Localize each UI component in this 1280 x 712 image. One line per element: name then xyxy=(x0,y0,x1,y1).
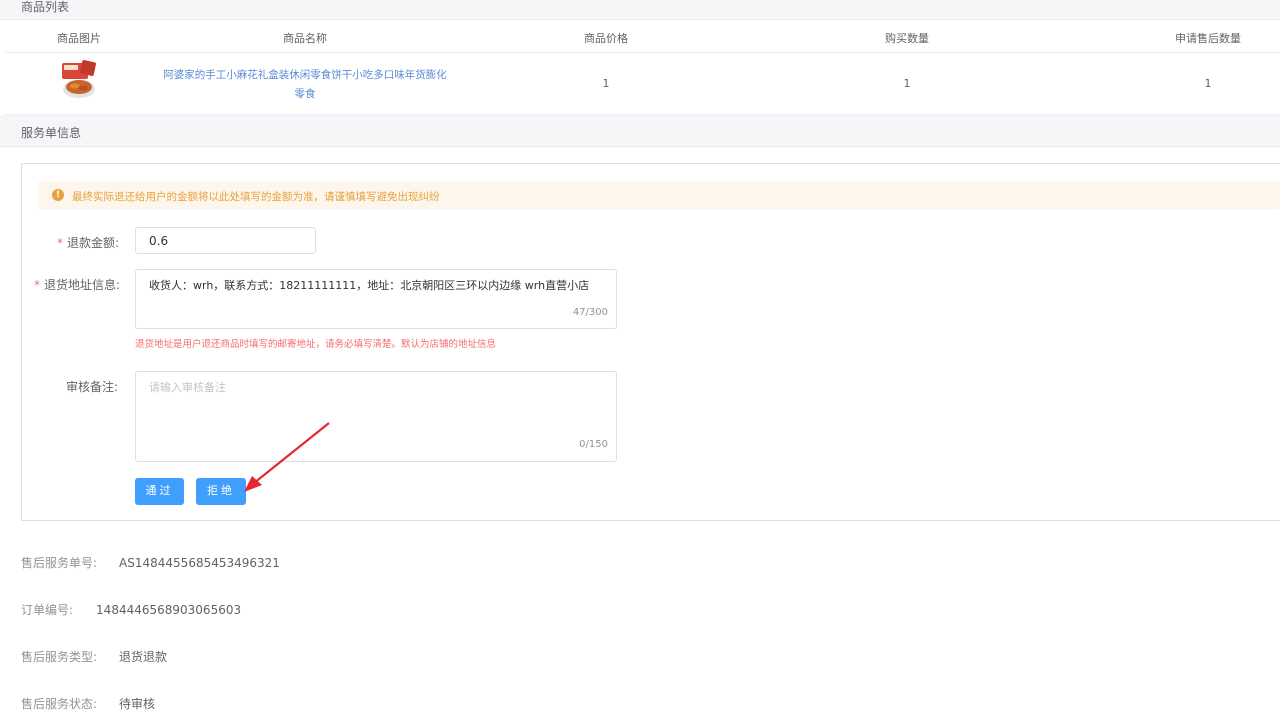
col-header-name: 商品名称 xyxy=(283,32,327,45)
refund-amount-label: * 退款金额: xyxy=(57,236,120,250)
annotation-arrow-icon xyxy=(244,422,330,492)
warning-icon: ! xyxy=(52,189,64,201)
approve-button[interactable]: 通过 xyxy=(135,478,184,505)
table-row: 阿婆家的手工小麻花礼盒装休闲零食饼干小吃多口味年货膨化零食 1 1 1 xyxy=(5,53,1280,115)
address-char-count: 47/300 xyxy=(572,307,608,318)
product-image xyxy=(62,60,96,98)
address-hint: 退货地址是用户退还商品时填写的邮寄地址，请务必填写清楚。默认为店铺的地址信息 xyxy=(135,339,497,350)
product-name-link[interactable]: 阿婆家的手工小麻花礼盒装休闲零食饼干小吃多口味年货膨化零食 xyxy=(160,66,450,104)
refund-amount-input[interactable]: 0.6 xyxy=(135,227,316,254)
warning-text: 最终实际退还给用户的金额将以此处填写的金额为准，请谨慎填写避免出现纠纷 xyxy=(72,191,440,203)
aftersale-quantity: 1 xyxy=(1204,77,1212,90)
service-type-value: 退货退款 xyxy=(119,650,168,664)
col-header-image: 商品图片 xyxy=(57,32,101,45)
return-address-textarea[interactable]: 收货人：wrh，联系方式：18211111111，地址：北京朝阳区三环以内边缘 … xyxy=(135,269,617,329)
remark-char-count: 0/150 xyxy=(579,439,608,450)
service-type-row: 售后服务类型: 退货退款 xyxy=(21,650,168,664)
service-status-row: 售后服务状态: 待审核 xyxy=(21,697,156,711)
review-remark-textarea[interactable]: 请输入审核备注 0/150 xyxy=(135,371,617,462)
product-list-title: 商品列表 xyxy=(21,0,70,14)
product-quantity: 1 xyxy=(903,77,911,90)
return-address-label: * 退货地址信息: xyxy=(34,278,121,292)
service-number-value: AS1484455685453496321 xyxy=(119,556,280,570)
col-header-quantity: 购买数量 xyxy=(885,32,929,45)
service-number-row: 售后服务单号: AS1484455685453496321 xyxy=(21,556,280,570)
product-table-header: 商品图片 商品名称 商品价格 购买数量 申请售后数量 xyxy=(5,20,1280,53)
refund-warning-alert: ! 最终实际退还给用户的金额将以此处填写的金额为准，请谨慎填写避免出现纠纷 xyxy=(38,181,1280,210)
service-info-header: 服务单信息 xyxy=(0,115,1280,147)
service-info-title: 服务单信息 xyxy=(21,126,82,140)
review-remark-label: 审核备注: xyxy=(66,380,119,394)
product-price: 1 xyxy=(602,77,610,90)
col-header-price: 商品价格 xyxy=(584,32,628,45)
product-list-header: 商品列表 xyxy=(0,0,1280,20)
order-number-row: 订单编号: 1484446568903065603 xyxy=(21,603,242,617)
order-number-value: 1484446568903065603 xyxy=(96,603,242,617)
col-header-aftersale-quantity: 申请售后数量 xyxy=(1175,32,1241,45)
reject-button[interactable]: 拒绝 xyxy=(196,478,246,505)
